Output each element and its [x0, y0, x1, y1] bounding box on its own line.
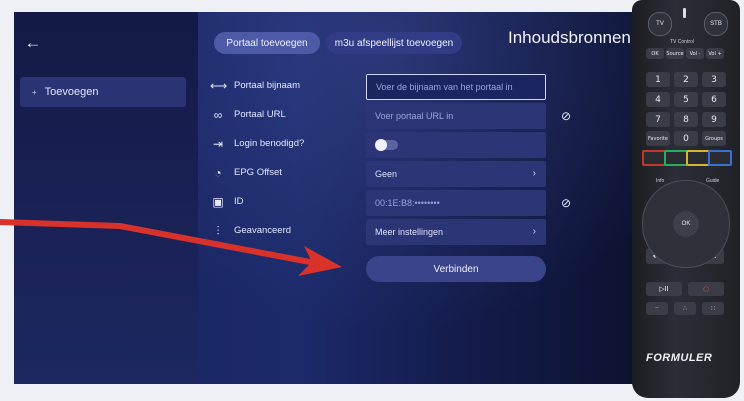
stb-power-button[interactable]: STB [704, 12, 728, 36]
info-label: Info [656, 178, 665, 184]
digit-4[interactable]: 4 [646, 92, 670, 107]
blue-key[interactable] [708, 150, 732, 166]
remote-caption: TV Control [670, 39, 694, 45]
digit-0[interactable]: 0 [674, 131, 698, 146]
led-indicator [683, 8, 686, 18]
digit-1[interactable]: 1 [646, 72, 670, 87]
yellow-key[interactable] [686, 150, 710, 166]
brand-logo: FORMULER [646, 352, 713, 364]
remote-vol-down[interactable]: Vol - [686, 48, 704, 59]
option-key-2[interactable]: ∴ [674, 302, 696, 315]
dpad[interactable]: OK [642, 180, 730, 268]
groups-button[interactable]: Groups [702, 131, 726, 146]
record-key[interactable]: ○ [688, 282, 724, 296]
dpad-ok-button[interactable]: OK [673, 211, 699, 237]
favorite-button[interactable]: Favorite [646, 131, 670, 146]
option-key-1[interactable]: ·· [646, 302, 668, 315]
digit-2[interactable]: 2 [674, 72, 698, 87]
remote-vol-up[interactable]: Vol + [706, 48, 724, 59]
digit-9[interactable]: 9 [702, 112, 726, 127]
digit-8[interactable]: 8 [674, 112, 698, 127]
digit-5[interactable]: 5 [674, 92, 698, 107]
digit-7[interactable]: 7 [646, 112, 670, 127]
remote-source[interactable]: Source [666, 48, 684, 59]
remote-ok-mode[interactable]: OK [646, 48, 664, 59]
digit-6[interactable]: 6 [702, 92, 726, 107]
tv-power-button[interactable]: TV [648, 12, 672, 36]
play-pause-key[interactable]: ▷II [646, 282, 682, 296]
option-key-3[interactable]: ∷ [702, 302, 724, 315]
red-key[interactable] [642, 150, 666, 166]
digit-3[interactable]: 3 [702, 72, 726, 87]
guide-label: Guide [706, 178, 720, 184]
green-key[interactable] [664, 150, 688, 166]
